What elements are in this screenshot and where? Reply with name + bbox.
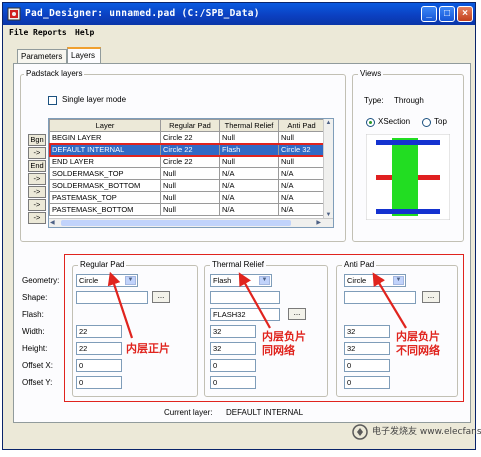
current-layer-label: Current layer: [164,408,213,417]
thermal-relief-arrow-icon [238,272,271,329]
tab-layers[interactable]: Layers [67,47,101,63]
minimize-button[interactable]: _ [421,6,437,22]
menu-help[interactable]: Help [75,28,94,37]
elecfans-logo-icon [352,424,368,440]
menu-reports[interactable]: Reports [33,28,67,37]
minimize-icon: _ [426,8,432,19]
maximize-button[interactable]: □ [439,6,455,22]
close-button[interactable]: × [457,6,473,22]
title-bar[interactable]: Pad_Designer: unnamed.pad (C:/SPB_Data) … [3,3,475,25]
app-icon [7,7,21,21]
annotation-arrows [107,271,407,339]
layers-panel: Padstack layers Single layer mode Bgn ->… [13,63,471,423]
close-icon: × [462,8,468,19]
current-layer-value: DEFAULT INTERNAL [226,408,304,417]
watermark-text: 电子发烧友 www.elecfans.com [372,427,481,437]
anti-pad-arrow-icon [372,272,407,329]
window-title: Pad_Designer: unnamed.pad (C:/SPB_Data) [25,8,260,19]
regular-pad-arrow-icon [107,271,134,339]
maximize-icon: □ [443,8,451,19]
menu-bar: File Reports Help [3,25,475,41]
menu-file[interactable]: File [9,28,28,37]
pad-designer-window: Pad_Designer: unnamed.pad (C:/SPB_Data) … [2,2,476,450]
tab-parameters[interactable]: Parameters [17,49,67,63]
watermark: 电子发烧友 www.elecfans.com [352,420,481,448]
